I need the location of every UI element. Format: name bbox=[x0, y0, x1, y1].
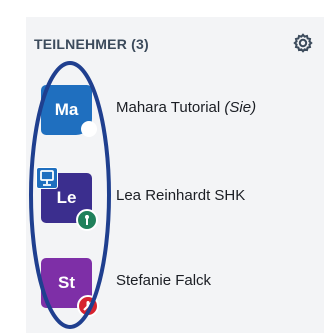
participant-item-stefanie-falck[interactable]: St Stefanie Falck bbox=[38, 258, 318, 317]
participant-name: Lea Reinhardt SHK bbox=[116, 187, 245, 204]
participant-name: Stefanie Falck bbox=[116, 272, 211, 289]
moderator-icon bbox=[76, 209, 98, 231]
muted-microphone-icon bbox=[77, 295, 99, 317]
participant-name-text: Stefanie Falck bbox=[116, 272, 212, 289]
avatar-initials: St bbox=[58, 273, 75, 292]
gear-icon[interactable] bbox=[292, 32, 314, 54]
participants-title: TEILNEHMER (3) bbox=[34, 36, 149, 52]
presenter-icon bbox=[36, 167, 58, 189]
avatar-status-notch bbox=[81, 121, 97, 137]
participant-item-lea-reinhardt[interactable]: Le Lea Reinhardt SHK bbox=[36, 167, 318, 231]
self-indicator: (Sie) bbox=[224, 99, 257, 116]
avatar-initials: Ma bbox=[54, 100, 79, 119]
participants-panel: TEILNEHMER (3) Ma Mahara Tutorial (Sie) … bbox=[0, 0, 324, 333]
participant-name-text: Lea Reinhardt SHK bbox=[116, 187, 246, 204]
participant-name-text: Mahara Tutorial bbox=[116, 99, 221, 116]
avatar-initials: Le bbox=[56, 188, 77, 207]
participant-item-mahara-tutorial[interactable]: Ma Mahara Tutorial (Sie) bbox=[38, 85, 318, 137]
participant-name: Mahara Tutorial (Sie) bbox=[116, 99, 256, 116]
